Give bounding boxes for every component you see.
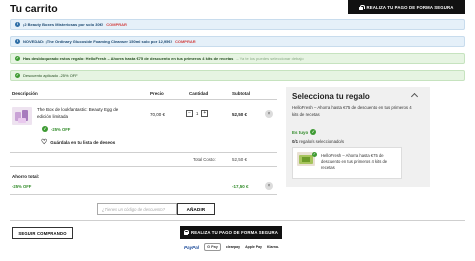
apple-pay-logo: Apple Pay — [245, 245, 262, 249]
increase-quantity-button[interactable]: + — [201, 110, 209, 117]
savings-label: Ahorro total: — [12, 174, 40, 179]
total-cost-label: Total Costo: — [193, 157, 216, 162]
quantity-value: 1 — [196, 111, 199, 116]
payment-methods: PayPal G Pay clearpay Apple Pay Klarna. — [184, 243, 279, 251]
checkout-button-top[interactable]: REALIZA TU PAGO DE FORMA SEGURA — [348, 0, 465, 14]
info-icon: i — [15, 39, 20, 44]
heart-outline-icon: ♡ — [41, 139, 48, 146]
check-icon: ✓ — [15, 55, 20, 61]
col-header-quantity: Cantidad — [189, 91, 209, 96]
apply-coupon-button[interactable]: AÑADIR — [177, 203, 215, 215]
checkout-button-label: REALIZA TU PAGO DE FORMA SEGURA — [366, 4, 454, 10]
wishlist-link[interactable]: ♡ Guárdala en tu lista de deseos — [41, 139, 115, 146]
unit-price: 70,00 € — [150, 112, 166, 117]
line-subtotal: 52,50 € — [232, 112, 248, 117]
notice-gift-unlocked: ✓ Has desbloqueado estos regalo: HelloFr… — [10, 53, 465, 64]
google-pay-logo: G Pay — [204, 243, 221, 251]
check-icon: ✓ — [15, 72, 20, 78]
notice-discount-applied: ✓ Descuento aplicado -25% OFF — [10, 70, 465, 81]
divider — [10, 194, 277, 195]
gift-count-text: regalo/s seleccionado/s — [297, 139, 345, 144]
checkout-button-label: REALIZA TU PAGO DE FORMA SEGURA — [190, 230, 279, 235]
quantity-stepper: − 1 + — [186, 110, 209, 117]
product-image[interactable] — [12, 107, 32, 125]
gift-option-card[interactable]: ✓ HelloFresh – Ahorra hasta €75 de descu… — [292, 147, 402, 179]
page-title: Tu carrito — [10, 3, 58, 15]
divider — [10, 152, 277, 153]
gift-selection-panel: Selecciona tu regalo HelloFresh – Ahorra… — [286, 87, 430, 187]
gift-status-label: Es tuyo — [292, 129, 309, 135]
discount-badge: ✓ -25% OFF — [42, 126, 70, 132]
gift-option-name: HelloFresh – Ahorra hasta €75 de descuen… — [321, 153, 388, 170]
total-cost-value: 52,50 € — [232, 157, 248, 162]
notice-text: Descuento aplicado -25% OFF — [23, 73, 78, 78]
divider — [10, 99, 277, 100]
notice-the-ordinary: i NOVEDAD: ¡The Ordinary Glucoside Foami… — [10, 36, 465, 47]
check-icon: ✓ — [42, 126, 48, 132]
lock-icon — [359, 4, 365, 10]
gift-count: 0/1 regalo/s seleccionado/s — [292, 139, 344, 144]
gift-panel-description: HelloFresh – Ahorra hasta €75 de descuen… — [292, 105, 412, 117]
notice-mystery-box: i ¡2 Beauty Boxes Misteriosas por solo 3… — [10, 19, 465, 30]
col-header-description: Descripción — [12, 91, 38, 96]
wishlist-label: Guárdala en tu lista de deseos — [50, 140, 116, 145]
notice-muted: – Ya te los puedes seleccionar debajo — [236, 56, 304, 61]
continue-shopping-button[interactable]: SEGUIR COMPRANDO — [12, 227, 73, 239]
discount-badge-label: -25% OFF — [51, 126, 71, 132]
notice-link-comprar[interactable]: COMPRAR — [175, 39, 196, 44]
klarna-logo: Klarna. — [267, 245, 279, 249]
chevron-up-icon[interactable] — [410, 92, 419, 101]
decrease-quantity-button[interactable]: − — [186, 110, 193, 117]
remove-item-button[interactable]: × — [265, 110, 273, 118]
divider — [10, 220, 465, 221]
check-icon: ✓ — [312, 151, 317, 157]
col-header-subtotal: Subtotal — [232, 91, 250, 96]
gift-status: Es tuyo ✓ — [292, 129, 317, 135]
notice-link-comprar[interactable]: COMPRAR — [106, 22, 127, 27]
coupon-code-input[interactable] — [97, 203, 177, 215]
info-icon: i — [15, 22, 20, 27]
paypal-logo: PayPal — [184, 244, 200, 250]
divider — [10, 166, 277, 167]
gift-panel-title: Selecciona tu regalo — [292, 92, 370, 101]
check-icon: ✓ — [310, 129, 317, 135]
notice-text: ¡2 Beauty Boxes Misteriosas por solo 30€… — [23, 22, 104, 27]
notice-text: NOVEDAD: ¡The Ordinary Glucoside Foaming… — [23, 39, 172, 44]
col-header-price: Precio — [150, 91, 164, 96]
notice-text: Has desbloqueado estos regalo: HelloFres… — [23, 56, 234, 61]
remove-discount-button[interactable]: × — [265, 182, 273, 190]
checkout-button-bottom[interactable]: REALIZA TU PAGO DE FORMA SEGURA — [180, 226, 282, 239]
clearpay-logo: clearpay — [225, 245, 241, 249]
savings-percent: -25% OFF — [12, 184, 32, 189]
lock-icon — [183, 230, 190, 236]
savings-amount: -17,50 € — [232, 184, 249, 189]
product-name-link[interactable]: The Box de lookfantastic: Beauty Egg de … — [37, 107, 127, 120]
